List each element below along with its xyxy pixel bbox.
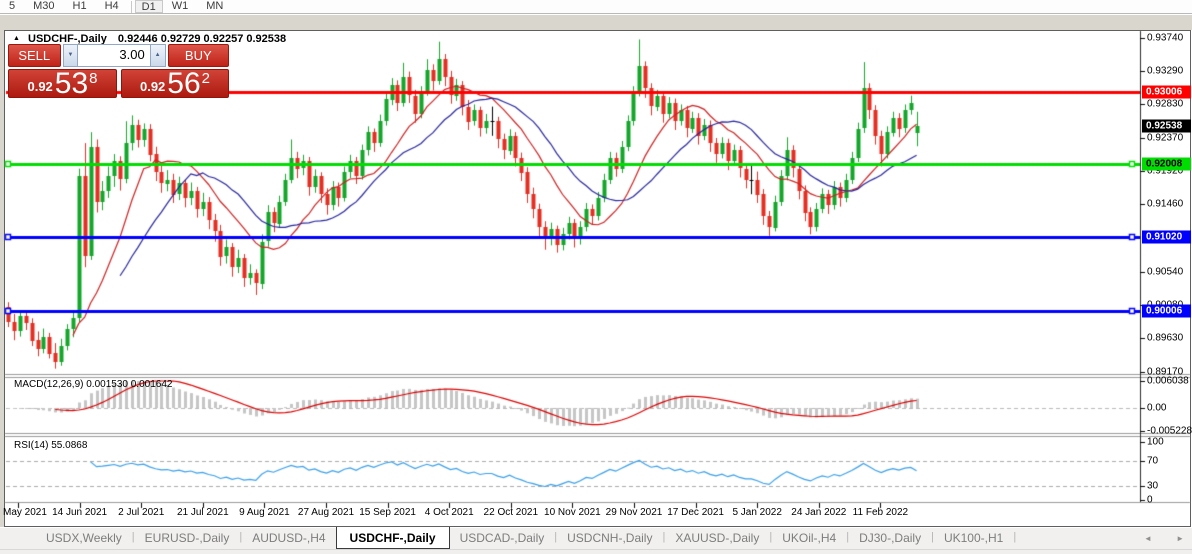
sell-price-prefix: 0.92 (27, 79, 53, 94)
date-label: 11 Feb 2022 (852, 507, 909, 518)
price-tick-label: 0.91460 (1147, 198, 1184, 210)
macd-indicator-label: MACD(12,26,9) 0.001530 0.001642 (14, 379, 173, 390)
tab-ukoil[interactable]: UKOil-,H4 (772, 528, 846, 549)
date-label: 27 Aug 2021 (297, 507, 355, 518)
tab-usdcad[interactable]: USDCAD-,Daily (450, 528, 555, 549)
date-label: 9 Aug 2021 (239, 507, 290, 518)
buy-price-prefix: 0.92 (139, 79, 166, 94)
sell-button[interactable]: SELL (8, 44, 61, 67)
tab-usdx[interactable]: USDX,Weekly (36, 528, 132, 549)
buy-price-box[interactable]: 0.92 56 2 (121, 67, 229, 100)
price-tick-label: 0.93740 (1147, 32, 1184, 44)
date-label: 21 Jul 2021 (176, 507, 229, 518)
price-badge: 0.92538 (1142, 119, 1191, 133)
date-label: 15 Sep 2021 (359, 507, 416, 518)
buy-button[interactable]: BUY (167, 44, 229, 67)
price-tick-label: 0.92830 (1147, 98, 1184, 110)
date-label: 22 Oct 2021 (483, 507, 539, 518)
price-tick-label: 0.92370 (1147, 132, 1184, 144)
date-label: 5 Jan 2022 (732, 507, 782, 518)
date-label: 29 Nov 2021 (605, 507, 663, 518)
rsi-axis-label: 30 (1147, 480, 1159, 492)
price-tick-label: 0.89630 (1147, 332, 1184, 344)
rsi-axis-label: 70 (1147, 455, 1159, 467)
date-label: 26 May 2021 (0, 507, 47, 518)
price-badge: 0.92008 (1142, 157, 1191, 171)
tab-eurusd[interactable]: EURUSD-,Daily (135, 528, 240, 549)
tab-usdcnh[interactable]: USDCNH-,Daily (557, 528, 662, 549)
tab-scroll-right-icon[interactable]: ► (1176, 534, 1184, 543)
date-label: 4 Oct 2021 (424, 507, 474, 518)
date-label: 17 Dec 2021 (667, 507, 724, 518)
tab-audusd[interactable]: AUDUSD-,H4 (242, 528, 335, 549)
price-badge: 0.90006 (1142, 304, 1191, 318)
status-strip (0, 549, 1192, 554)
macd-axis-label: -0.005228 (1147, 425, 1192, 437)
date-label: 24 Jan 2022 (791, 507, 847, 518)
tab-scroll-arrows: ◄ ► (1144, 534, 1184, 543)
volume-field[interactable]: 3.00 (78, 44, 150, 67)
sell-price-pips: 53 (54, 67, 89, 100)
spin-up-icon: ▲ (154, 52, 161, 58)
date-label: 14 Jun 2021 (52, 507, 108, 518)
tab-uk100[interactable]: UK100-,H1 (934, 528, 1013, 549)
date-label: 10 Nov 2021 (544, 507, 601, 518)
buy-price-pips: 56 (167, 67, 201, 100)
tab-divider: | (1013, 531, 1017, 543)
tab-usdchf[interactable]: USDCHF-,Daily (335, 527, 450, 549)
tab-dj30[interactable]: DJ30-,Daily (849, 528, 931, 549)
price-badge: 0.93006 (1142, 85, 1191, 99)
price-badge: 0.91020 (1142, 230, 1191, 244)
rsi-axis-label: 0 (1147, 494, 1153, 506)
volume-decrease-button[interactable]: ▼ (62, 44, 79, 67)
price-tick-label: 0.93290 (1147, 65, 1184, 77)
rsi-axis-label: 100 (1147, 436, 1164, 448)
symbol-tab-bar: USDX,Weekly | EURUSD-,Daily | AUDUSD-,H4 USDC… (0, 527, 1192, 549)
sell-price-box[interactable]: 0.92 53 8 (8, 67, 117, 100)
tab-xauusd[interactable]: XAUUSD-,Daily (665, 528, 769, 549)
macd-axis-label: 0.00 (1147, 402, 1167, 414)
rsi-indicator-label: RSI(14) 55.0868 (14, 440, 88, 451)
tab-scroll-left-icon[interactable]: ◄ (1144, 534, 1152, 543)
sell-price-fraction: 8 (89, 70, 98, 87)
macd-axis-label: 0.006038 (1147, 375, 1189, 387)
date-label: 2 Jul 2021 (118, 507, 165, 518)
one-click-trading-panel: SELL ▼ 3.00 ▲ BUY 0.92 53 8 0.92 56 2 (8, 44, 229, 100)
spin-down-icon: ▼ (67, 52, 74, 58)
collapse-arrow-icon[interactable]: ▲ (13, 35, 20, 42)
volume-increase-button[interactable]: ▲ (149, 44, 166, 67)
price-tick-label: 0.90540 (1147, 266, 1184, 278)
buy-price-fraction: 2 (201, 70, 211, 87)
